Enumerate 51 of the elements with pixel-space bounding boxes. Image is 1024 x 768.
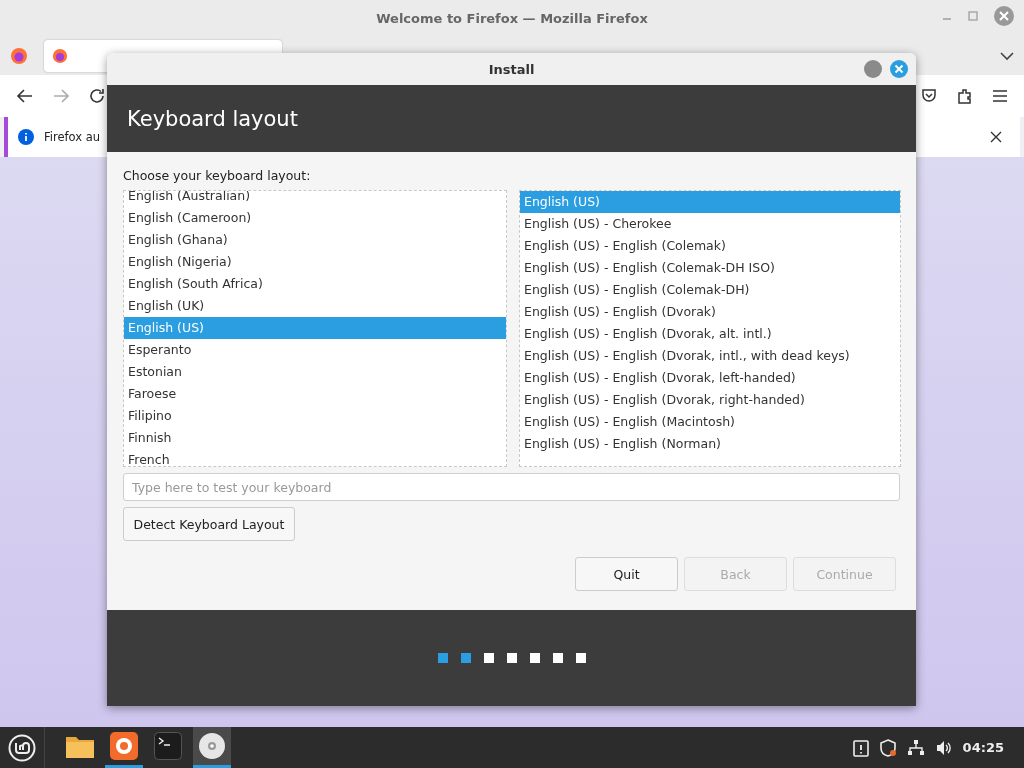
network-icon[interactable]: [906, 738, 925, 757]
layout-item[interactable]: Esperanto: [124, 339, 506, 361]
back-arrow-icon[interactable]: [16, 87, 34, 105]
layout-item[interactable]: Faroese: [124, 383, 506, 405]
variant-item[interactable]: English (US) - English (Macintosh): [520, 411, 900, 433]
variant-item[interactable]: English (US) - English (Dvorak, right-handed): [520, 389, 900, 411]
firefox-logo-icon[interactable]: [10, 46, 28, 65]
chevron-down-icon[interactable]: [1000, 50, 1014, 61]
variant-item[interactable]: English (US) - English (Dvorak, intl., with dead keys): [520, 345, 900, 367]
browser-icon: [110, 732, 138, 760]
variant-item[interactable]: English (US) - English (Norman): [520, 433, 900, 455]
variant-item[interactable]: English (US) - English (Dvorak, alt. intl.): [520, 323, 900, 345]
terminal-icon: [154, 732, 182, 760]
notification-text: Firefox au: [44, 130, 101, 144]
page-heading: Keyboard layout: [127, 106, 298, 131]
clock[interactable]: 04:25: [962, 740, 1004, 755]
variant-item[interactable]: English (US) - English (Colemak): [520, 235, 900, 257]
firefox-logo-icon: [52, 47, 68, 64]
detect-layout-button[interactable]: Detect Keyboard Layout: [123, 507, 295, 541]
layout-item[interactable]: English (Ghana): [124, 229, 506, 251]
disc-icon: [198, 732, 226, 760]
clipboard-icon[interactable]: [852, 738, 869, 757]
layout-item[interactable]: French: [124, 449, 506, 466]
test-input-field[interactable]: Type here to test your keyboard: [123, 473, 900, 501]
layout-item[interactable]: Finnish: [124, 427, 506, 449]
layout-item[interactable]: English (Cameroon): [124, 207, 506, 229]
dialog-title: Install: [488, 61, 535, 77]
puzzle-icon[interactable]: [956, 87, 974, 105]
variant-item[interactable]: English (US) - English (Dvorak): [520, 301, 900, 323]
variant-item[interactable]: English (US) - Cherokee: [520, 213, 900, 235]
minimize-icon[interactable]: [864, 60, 882, 78]
layout-item[interactable]: Estonian: [124, 361, 506, 383]
mint-logo-icon[interactable]: [8, 733, 36, 762]
variant-item[interactable]: English (US) - English (Colemak-DH): [520, 279, 900, 301]
taskbar-app[interactable]: [193, 727, 231, 768]
close-icon[interactable]: [990, 131, 1002, 143]
reload-icon[interactable]: [88, 87, 106, 105]
layout-item[interactable]: Filipino: [124, 405, 506, 427]
shield-icon[interactable]: [878, 738, 897, 757]
layout-item[interactable]: English (Australian): [124, 191, 506, 207]
layout-item[interactable]: English (South Africa): [124, 273, 506, 295]
dialog-button[interactable]: Quit: [575, 557, 678, 591]
variant-item[interactable]: English (US) - English (Dvorak, left-handed): [520, 367, 900, 389]
layout-item[interactable]: English (UK): [124, 295, 506, 317]
prompt-label: Choose your keyboard layout:: [123, 168, 312, 185]
layout-item[interactable]: English (Nigeria): [124, 251, 506, 273]
menu-icon[interactable]: [992, 89, 1008, 103]
info-icon: [18, 129, 34, 145]
variant-item[interactable]: English (US) - English (Colemak-DH ISO): [520, 257, 900, 279]
window-title: Welcome to Firefox — Mozilla Firefox: [376, 10, 648, 26]
pocket-icon[interactable]: [920, 87, 938, 105]
